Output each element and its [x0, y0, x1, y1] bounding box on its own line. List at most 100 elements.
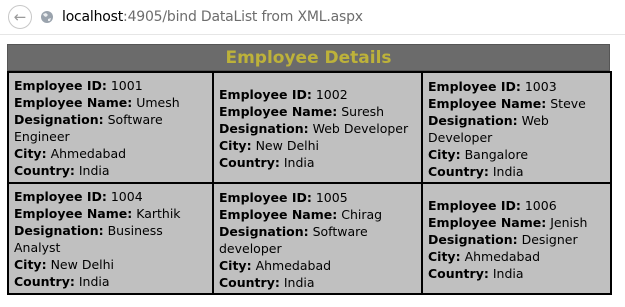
- employee-id-label: Employee ID:: [219, 189, 312, 205]
- employee-city-line: City: New Delhi: [14, 256, 208, 273]
- employee-country-label: Country:: [219, 274, 280, 290]
- employee-name-label: Employee Name:: [428, 215, 547, 230]
- employee-city-line: City: Ahmedabad: [428, 248, 606, 265]
- employee-id-line: Employee ID: 1006: [428, 197, 606, 214]
- employee-city-label: City:: [14, 257, 47, 272]
- employee-name-value: Jenish: [550, 215, 588, 230]
- employee-city-value: New Delhi: [255, 138, 319, 153]
- employee-country-value: India: [283, 274, 315, 290]
- employee-country-line: Country: India: [219, 154, 417, 171]
- employee-designation-label: Designation:: [14, 112, 104, 127]
- employee-country-value: India: [283, 155, 315, 170]
- url-path: :4905/bind DataList from XML.aspx: [123, 9, 363, 25]
- employee-designation-label: Designation:: [14, 223, 104, 238]
- employee-city-value: Ahmedabad: [50, 146, 127, 161]
- employee-card: Employee ID: 1002 Employee Name: Suresh De…: [212, 71, 423, 184]
- employee-designation-line: Designation: Designer: [428, 231, 606, 248]
- employee-country-value: India: [78, 163, 110, 178]
- employee-designation-line: Designation: Business Analyst: [14, 222, 208, 256]
- employee-country-value: India: [492, 266, 524, 281]
- employee-country-label: Country:: [14, 274, 75, 289]
- employee-designation-line: Designation: Web Developer: [428, 112, 606, 146]
- employee-name-label: Employee Name:: [219, 104, 338, 119]
- address-bar[interactable]: localhost:4905/bind DataList from XML.as…: [62, 9, 363, 25]
- employee-card: Employee ID: 1005 Employee Name: Chirag De…: [212, 182, 423, 295]
- employee-city-value: New Delhi: [50, 257, 114, 272]
- employee-name-value: Suresh: [341, 104, 385, 119]
- employee-designation-line: Designation: Web Developer: [219, 120, 417, 137]
- employee-id-label: Employee ID:: [14, 78, 107, 93]
- employee-city-value: Bangalore: [464, 146, 529, 162]
- url-host: localhost: [62, 9, 124, 25]
- employee-name-line: Employee Name: Karthik: [14, 205, 208, 222]
- employee-country-line: Country: India: [14, 273, 208, 290]
- employee-name-label: Employee Name:: [14, 95, 133, 110]
- employee-country-label: Country:: [219, 155, 280, 170]
- browser-toolbar: ← localhost:4905/bind DataList from XML.…: [0, 0, 625, 35]
- employee-name-line: Employee Name: Chirag: [219, 206, 417, 223]
- employee-name-line: Employee Name: Umesh: [14, 94, 208, 111]
- employee-card: Employee ID: 1001 Employee Name: Umesh Des…: [7, 71, 214, 184]
- employee-card: Employee ID: 1004 Employee Name: Karthik D…: [7, 182, 214, 295]
- employee-id-value: 1002: [315, 87, 348, 102]
- employee-name-value: Chirag: [341, 206, 383, 222]
- employee-country-line: Country: India: [428, 163, 606, 180]
- employee-name-line: Employee Name: Jenish: [428, 214, 606, 231]
- employee-designation-label: Designation:: [219, 223, 309, 239]
- back-button[interactable]: ←: [8, 5, 32, 29]
- employee-id-value: 1006: [524, 198, 557, 213]
- employee-city-line: City: Ahmedabad: [219, 257, 417, 274]
- employee-name-value: Umesh: [136, 95, 180, 110]
- employee-name-label: Employee Name:: [219, 206, 338, 222]
- employee-id-line: Employee ID: 1002: [219, 86, 417, 103]
- employee-city-line: City: Bangalore: [428, 146, 606, 163]
- employee-city-label: City:: [428, 249, 461, 264]
- employee-id-label: Employee ID:: [219, 87, 312, 102]
- employee-designation-value: Designer: [521, 232, 578, 247]
- employee-designation-line: Designation: Software Engineer: [14, 111, 208, 145]
- employee-name-value: Steve: [550, 95, 586, 111]
- employee-id-line: Employee ID: 1004: [14, 188, 208, 205]
- employee-country-line: Country: India: [219, 274, 417, 291]
- table-row: Employee ID: 1001 Employee Name: Umesh Des…: [7, 71, 612, 184]
- employee-designation-value: Web Developer: [312, 121, 409, 136]
- employee-id-line: Employee ID: 1003: [428, 78, 606, 95]
- employee-id-value: 1005: [315, 189, 348, 205]
- employee-name-label: Employee Name:: [428, 95, 547, 111]
- employee-id-value: 1004: [110, 189, 143, 204]
- employee-country-value: India: [492, 163, 524, 179]
- employee-id-label: Employee ID:: [428, 78, 521, 94]
- employee-city-value: Ahmedabad: [464, 249, 541, 264]
- employee-designation-label: Designation:: [219, 121, 309, 136]
- employee-id-line: Employee ID: 1001: [14, 77, 208, 94]
- employee-designation-label: Designation:: [428, 232, 518, 247]
- employee-city-value: Ahmedabad: [255, 257, 332, 273]
- employee-name-value: Karthik: [136, 206, 181, 221]
- employee-name-line: Employee Name: Steve: [428, 95, 606, 112]
- employee-country-line: Country: India: [428, 265, 606, 282]
- employee-id-label: Employee ID:: [428, 198, 521, 213]
- employee-designation-line: Designation: Software developer: [219, 223, 417, 257]
- employee-name-label: Employee Name:: [14, 206, 133, 221]
- employee-country-label: Country:: [428, 163, 489, 179]
- employee-city-line: City: Ahmedabad: [14, 145, 208, 162]
- employee-city-label: City:: [14, 146, 47, 161]
- employee-card: Employee ID: 1006 Employee Name: Jenish De…: [421, 182, 612, 295]
- employee-designation-label: Designation:: [428, 112, 518, 128]
- employee-table: Employee ID: 1001 Employee Name: Umesh Des…: [7, 71, 612, 295]
- table-row: Employee ID: 1004 Employee Name: Karthik D…: [7, 182, 612, 295]
- employee-id-line: Employee ID: 1005: [219, 189, 417, 206]
- employee-name-line: Employee Name: Suresh: [219, 103, 417, 120]
- employee-datalist: Employee Details Employee ID: 1001 Employ…: [7, 44, 612, 295]
- employee-country-value: India: [78, 274, 110, 289]
- globe-icon: [41, 11, 53, 23]
- employee-id-label: Employee ID:: [14, 189, 107, 204]
- employee-country-line: Country: India: [14, 162, 208, 179]
- employee-city-label: City:: [428, 146, 461, 162]
- employee-card: Employee ID: 1003 Employee Name: Steve Des…: [421, 71, 612, 184]
- employee-country-label: Country:: [428, 266, 489, 281]
- datalist-header: Employee Details: [7, 44, 610, 71]
- employee-country-label: Country:: [14, 163, 75, 178]
- arrow-left-icon: ←: [13, 7, 27, 26]
- employee-id-value: 1003: [524, 78, 557, 94]
